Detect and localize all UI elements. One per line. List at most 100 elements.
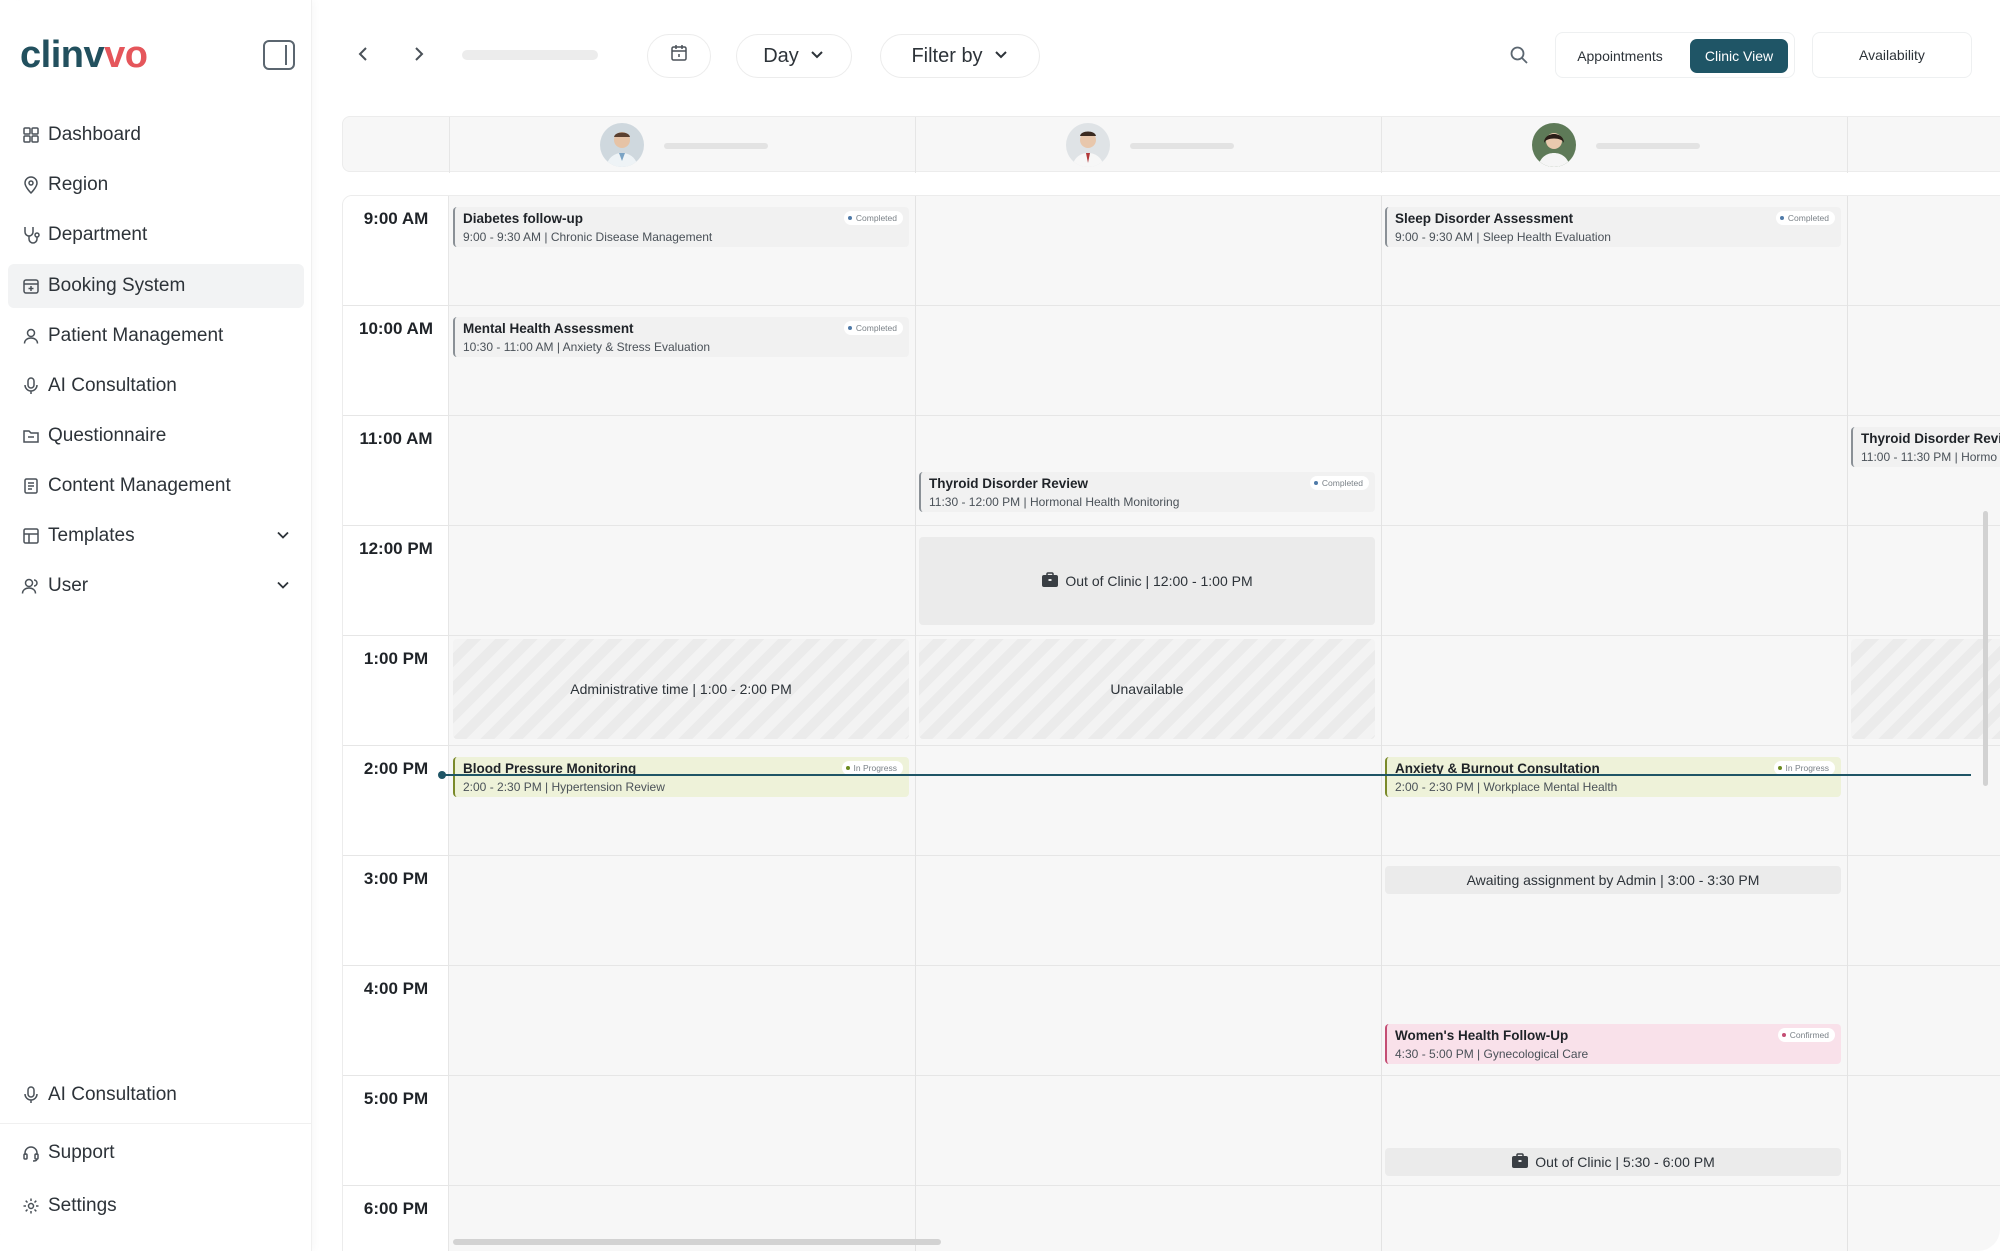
time-label: 11:00 AM [359, 429, 433, 448]
chevron-down-icon[interactable] [274, 526, 292, 550]
sidebar-item-user[interactable]: User [8, 564, 304, 608]
out-of-clinic-block[interactable]: Out of Clinic | 5:30 - 6:00 PM [1385, 1148, 1841, 1176]
column-divider [1381, 196, 1382, 1251]
sidebar-item-questionnaire[interactable]: Questionnaire [8, 414, 304, 458]
practitioner-column-header[interactable] [1847, 117, 2000, 173]
administrative-time-block[interactable]: Administrative time | 1:00 - 2:00 PM [453, 639, 909, 739]
column-divider [915, 196, 916, 1251]
appointment-card[interactable]: Anxiety & Burnout Consultation 2:00 - 2:… [1385, 757, 1841, 797]
brand-logo[interactable]: clinvvo [20, 34, 148, 77]
hour-divider [343, 635, 2000, 636]
availability-button[interactable]: Availability [1812, 32, 1972, 78]
sidebar-item-department[interactable]: Department [8, 213, 304, 257]
appointments-tab[interactable]: Appointments [1562, 39, 1678, 73]
document-icon [20, 475, 42, 497]
next-day-button[interactable] [406, 42, 430, 66]
appointment-card[interactable]: Sleep Disorder Assessment 9:00 - 9:30 AM… [1385, 207, 1841, 247]
calendar-plus-icon [20, 275, 42, 297]
sidebar-toggle-button[interactable] [263, 40, 295, 70]
hour-divider [343, 1185, 2000, 1186]
out-of-clinic-block[interactable]: Out of Clinic | 12:00 - 1:00 PM [919, 537, 1375, 625]
search-icon[interactable] [1508, 44, 1530, 71]
out-of-clinic-label: Out of Clinic | 12:00 - 1:00 PM [1065, 573, 1253, 589]
time-label: 9:00 AM [363, 209, 429, 228]
sidebar-item-label: Booking System [48, 275, 186, 296]
practitioner-name-placeholder [1596, 143, 1700, 149]
clinic-view-tab[interactable]: Clinic View [1690, 39, 1788, 73]
appointment-title: Diabetes follow-up [463, 211, 584, 226]
headset-icon [20, 1142, 42, 1164]
column-divider [1847, 196, 1848, 1251]
time-label: 4:00 PM [363, 979, 429, 998]
table-icon [20, 525, 42, 547]
practitioner-column-header[interactable] [915, 117, 1381, 173]
practitioner-name-placeholder [664, 143, 768, 149]
sidebar-item-patient-management[interactable]: Patient Management [8, 314, 304, 358]
appointment-title: Sleep Disorder Assessment [1395, 211, 1574, 226]
appointment-card[interactable]: Diabetes follow-up 9:00 - 9:30 AM | Chro… [453, 207, 909, 247]
sidebar-item-support[interactable]: Support [8, 1131, 304, 1175]
sidebar-item-region[interactable]: Region [8, 163, 304, 207]
microphone-icon [20, 375, 42, 397]
prev-day-button[interactable] [352, 42, 376, 66]
horizontal-scrollbar[interactable] [453, 1239, 941, 1245]
view-toggle-segment: Appointments Clinic View [1555, 32, 1795, 78]
time-axis: 9:00 AM 10:00 AM 11:00 AM 12:00 PM 1:00 … [343, 196, 449, 1251]
calendar-icon [669, 43, 689, 69]
appointment-details: 9:00 - 9:30 AM | Chronic Disease Managem… [463, 230, 713, 244]
date-picker-button[interactable] [647, 34, 711, 78]
practitioner-column-header[interactable] [449, 117, 915, 173]
unavailable-block[interactable] [1851, 639, 2000, 739]
awaiting-assignment-block[interactable]: Awaiting assignment by Admin | 3:00 - 3:… [1385, 866, 1841, 894]
appointment-card[interactable]: Thyroid Disorder Review 11:30 - 12:00 PM… [919, 472, 1375, 512]
calendar-grid: 9:00 AM 10:00 AM 11:00 AM 12:00 PM 1:00 … [342, 195, 2000, 1251]
appointment-card[interactable]: Women's Health Follow-Up 4:30 - 5:00 PM … [1385, 1024, 1841, 1064]
appointment-card[interactable]: Mental Health Assessment 10:30 - 11:00 A… [453, 317, 909, 357]
view-select[interactable]: Day [736, 34, 852, 78]
folder-icon [20, 425, 42, 447]
hour-divider [343, 1075, 2000, 1076]
sidebar-item-templates[interactable]: Templates [8, 514, 304, 558]
chevron-down-icon [993, 45, 1009, 68]
sidebar-item-booking-system[interactable]: Booking System [8, 264, 304, 308]
avatar [1532, 123, 1576, 167]
users-icon [20, 575, 42, 597]
status-badge: Completed [843, 211, 903, 225]
app-window: clinvvo Dashboard Region Department Book… [0, 0, 2000, 1251]
unavailable-block[interactable]: Unavailable [919, 639, 1375, 739]
microphone-icon [20, 1084, 42, 1106]
sidebar-item-label: Settings [48, 1195, 117, 1216]
sidebar-item-label: Patient Management [48, 325, 224, 346]
sidebar-item-settings[interactable]: Settings [8, 1184, 304, 1228]
sidebar-item-label: Templates [48, 525, 135, 546]
appointment-title: Women's Health Follow-Up [1395, 1028, 1569, 1043]
practitioner-column-header[interactable] [1381, 117, 1847, 173]
sidebar-item-label: Support [48, 1142, 115, 1163]
sidebar-item-dashboard[interactable]: Dashboard [8, 113, 304, 157]
sidebar-item-label: Dashboard [48, 124, 141, 145]
appointment-details: 4:30 - 5:00 PM | Gynecological Care [1395, 1047, 1589, 1061]
filter-by-dropdown[interactable]: Filter by [880, 34, 1040, 78]
appointment-details: 2:00 - 2:30 PM | Hypertension Review [463, 780, 665, 794]
sidebar-item-content-management[interactable]: Content Management [8, 464, 304, 508]
sidebar-item-label: Region [48, 174, 109, 195]
appointment-card[interactable]: Thyroid Disorder Revie 11:00 - 11:30 PM … [1851, 427, 2000, 467]
time-label: 3:00 PM [363, 869, 429, 888]
time-label: 2:00 PM [363, 759, 429, 778]
vertical-scrollbar[interactable] [1983, 511, 1988, 786]
briefcase-icon [1511, 1152, 1529, 1172]
dashboard-icon [20, 124, 42, 146]
sidebar-item-ai-consultation[interactable]: AI Consultation [8, 364, 304, 408]
status-badge: Confirmed [1777, 1028, 1835, 1042]
appointment-card[interactable]: Blood Pressure Monitoring 2:00 - 2:30 PM… [453, 757, 909, 797]
sidebar-item-label: AI Consultation [48, 1084, 177, 1105]
hour-divider [343, 745, 2000, 746]
filter-by-label: Filter by [911, 44, 983, 67]
status-badge: In Progress [1773, 761, 1835, 775]
sidebar-item-ai-consultation-bottom[interactable]: AI Consultation [8, 1073, 304, 1117]
chevron-down-icon[interactable] [274, 576, 292, 600]
sidebar-item-label: Questionnaire [48, 425, 167, 446]
sidebar-item-label: Content Management [48, 475, 231, 496]
time-label: 12:00 PM [359, 539, 433, 558]
hour-divider [343, 415, 2000, 416]
